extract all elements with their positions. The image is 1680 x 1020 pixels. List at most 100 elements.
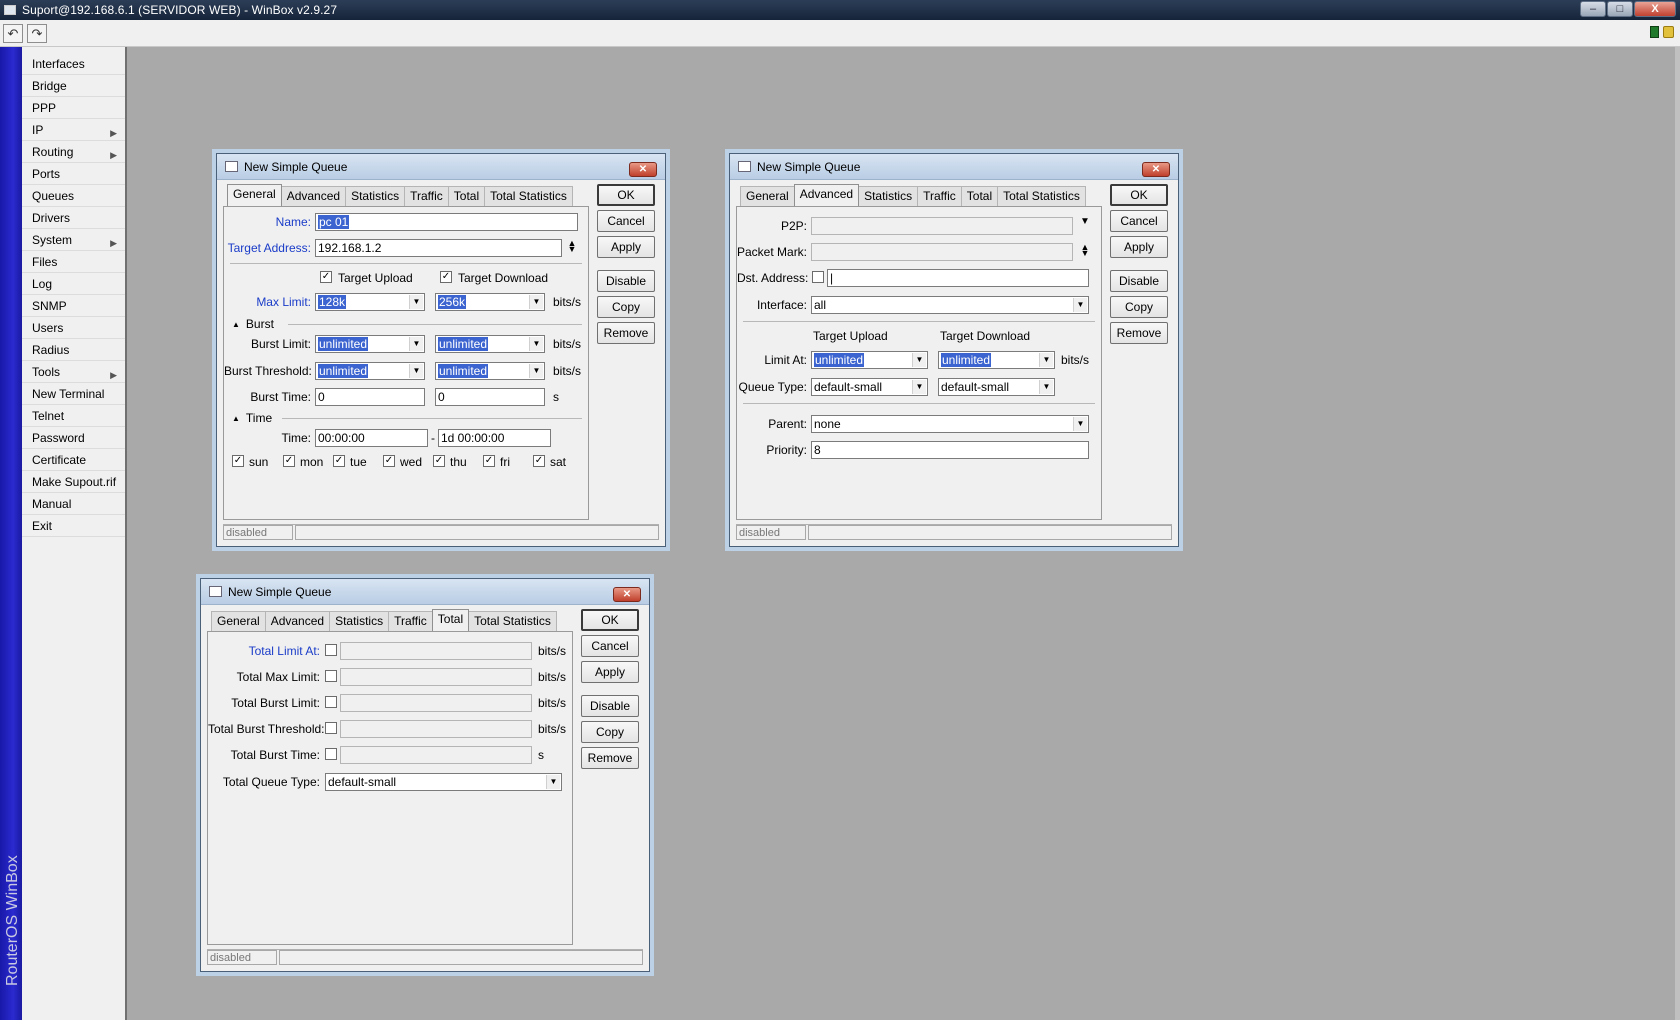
menu-item-users[interactable]: Users [22,317,125,339]
tab-advanced[interactable]: Advanced [280,186,347,206]
dropdown-arrow-icon[interactable]: ▼ [529,295,543,309]
menu-item-ppp[interactable]: PPP [22,97,125,119]
burst-time-download-input[interactable]: 0 [435,388,545,406]
apply-button[interactable]: Apply [597,236,655,258]
dialog-close-button[interactable]: ✕ [629,162,657,177]
tab-advanced[interactable]: Advanced [793,184,860,206]
dst-address-input[interactable]: | [827,269,1089,287]
menu-item-tools[interactable]: Tools ▶ [22,361,125,383]
tab-statistics[interactable]: Statistics [329,611,390,631]
remove-button[interactable]: Remove [1110,322,1168,344]
menu-item-password[interactable]: Password [22,427,125,449]
ok-button[interactable]: OK [1110,184,1168,206]
time-from-input[interactable]: 00:00:00 [315,429,428,447]
queue-type-download-select[interactable]: default-small ▼ [938,378,1055,396]
maximize-button[interactable]: □ [1607,1,1633,17]
time-to-input[interactable]: 1d 00:00:00 [438,429,551,447]
total-burst-threshold-checkbox[interactable] [325,722,337,734]
ok-button[interactable]: OK [581,609,639,631]
max-limit-upload-select[interactable]: 128k ▼ [315,293,425,311]
tab-traffic[interactable]: Traffic [917,186,962,206]
burst-section-header[interactable]: ▲ Burst [232,317,274,331]
menu-item-files[interactable]: Files [22,251,125,273]
tab-traffic[interactable]: Traffic [388,611,433,631]
dialog-close-button[interactable]: ✕ [613,587,641,602]
ok-button[interactable]: OK [597,184,655,206]
total-burst-time-checkbox[interactable] [325,748,337,760]
menu-item-drivers[interactable]: Drivers [22,207,125,229]
burst-threshold-download-select[interactable]: unlimited ▼ [435,362,545,380]
tab-total[interactable]: Total [960,186,999,206]
total-burst-time-input[interactable] [340,746,532,764]
limit-at-upload-select[interactable]: unlimited ▼ [811,351,928,369]
menu-item-system[interactable]: System ▶ [22,229,125,251]
menu-item-manual[interactable]: Manual [22,493,125,515]
burst-limit-upload-select[interactable]: unlimited ▼ [315,335,425,353]
close-window-button[interactable]: X [1634,1,1676,17]
total-max-limit-checkbox[interactable] [325,670,337,682]
dialog-close-button[interactable]: ✕ [1142,162,1170,177]
tab-general[interactable]: General [740,186,795,206]
dropdown-arrow-icon[interactable]: ▼ [529,364,543,378]
total-burst-limit-input[interactable] [340,694,532,712]
burst-limit-download-select[interactable]: unlimited ▼ [435,335,545,353]
tab-total[interactable]: Total [447,186,486,206]
disable-button[interactable]: Disable [597,270,655,292]
dropdown-arrow-icon[interactable]: ▼ [912,380,926,394]
priority-input[interactable]: 8 [811,441,1089,459]
copy-button[interactable]: Copy [597,296,655,318]
disable-button[interactable]: Disable [581,695,639,717]
day-thu-checkbox[interactable]: ✓ [433,455,445,467]
tab-traffic[interactable]: Traffic [404,186,449,206]
tab-advanced[interactable]: Advanced [264,611,331,631]
menu-item-exit[interactable]: Exit [22,515,125,537]
day-wed-checkbox[interactable]: ✓ [383,455,395,467]
menu-item-ports[interactable]: Ports [22,163,125,185]
dropdown-arrow-icon[interactable]: ▼ [1039,380,1053,394]
dropdown-arrow-icon[interactable]: ▼ [912,353,926,367]
menu-item-interfaces[interactable]: Interfaces [22,53,125,75]
menu-item-log[interactable]: Log [22,273,125,295]
total-burst-limit-checkbox[interactable] [325,696,337,708]
dst-address-checkbox[interactable] [812,271,824,283]
menu-item-routing[interactable]: Routing ▶ [22,141,125,163]
parent-select[interactable]: none ▼ [811,415,1089,433]
tab-total-statistics[interactable]: Total Statistics [997,186,1086,206]
burst-time-upload-input[interactable]: 0 [315,388,425,406]
packet-mark-select[interactable] [811,243,1073,261]
copy-button[interactable]: Copy [1110,296,1168,318]
dropdown-arrow-icon[interactable]: ▼ [409,295,423,309]
day-sun-checkbox[interactable]: ✓ [232,455,244,467]
dropdown-arrow-icon[interactable]: ▼ [1073,417,1087,431]
tab-statistics[interactable]: Statistics [345,186,406,206]
tab-statistics[interactable]: Statistics [858,186,919,206]
target-upload-checkbox[interactable]: ✓ [320,271,332,283]
p2p-select[interactable] [811,217,1073,235]
day-tue-checkbox[interactable]: ✓ [333,455,345,467]
total-max-limit-input[interactable] [340,668,532,686]
copy-button[interactable]: Copy [581,721,639,743]
menu-item-snmp[interactable]: SNMP [22,295,125,317]
burst-threshold-upload-select[interactable]: unlimited ▼ [315,362,425,380]
total-limit-at-input[interactable] [340,642,532,660]
menu-item-bridge[interactable]: Bridge [22,75,125,97]
menu-item-new-terminal[interactable]: New Terminal [22,383,125,405]
disable-button[interactable]: Disable [1110,270,1168,292]
updown-arrows-icon[interactable]: ▲ ▼ [566,239,578,254]
tab-total-statistics[interactable]: Total Statistics [468,611,557,631]
apply-button[interactable]: Apply [1110,236,1168,258]
menu-item-radius[interactable]: Radius [22,339,125,361]
tab-general[interactable]: General [227,184,282,206]
total-burst-threshold-input[interactable] [340,720,532,738]
max-limit-download-select[interactable]: 256k ▼ [435,293,545,311]
dropdown-arrow-icon[interactable]: ▼ [529,337,543,351]
undo-button[interactable]: ↶ [3,24,23,43]
menu-item-make-supout[interactable]: Make Supout.rif [22,471,125,493]
redo-button[interactable]: ↷ [27,24,47,43]
cancel-button[interactable]: Cancel [597,210,655,232]
total-limit-at-checkbox[interactable] [325,644,337,656]
remove-button[interactable]: Remove [597,322,655,344]
dropdown-arrow-icon[interactable]: ▼ [409,364,423,378]
day-mon-checkbox[interactable]: ✓ [283,455,295,467]
dropdown-arrow-icon[interactable]: ▼ [409,337,423,351]
